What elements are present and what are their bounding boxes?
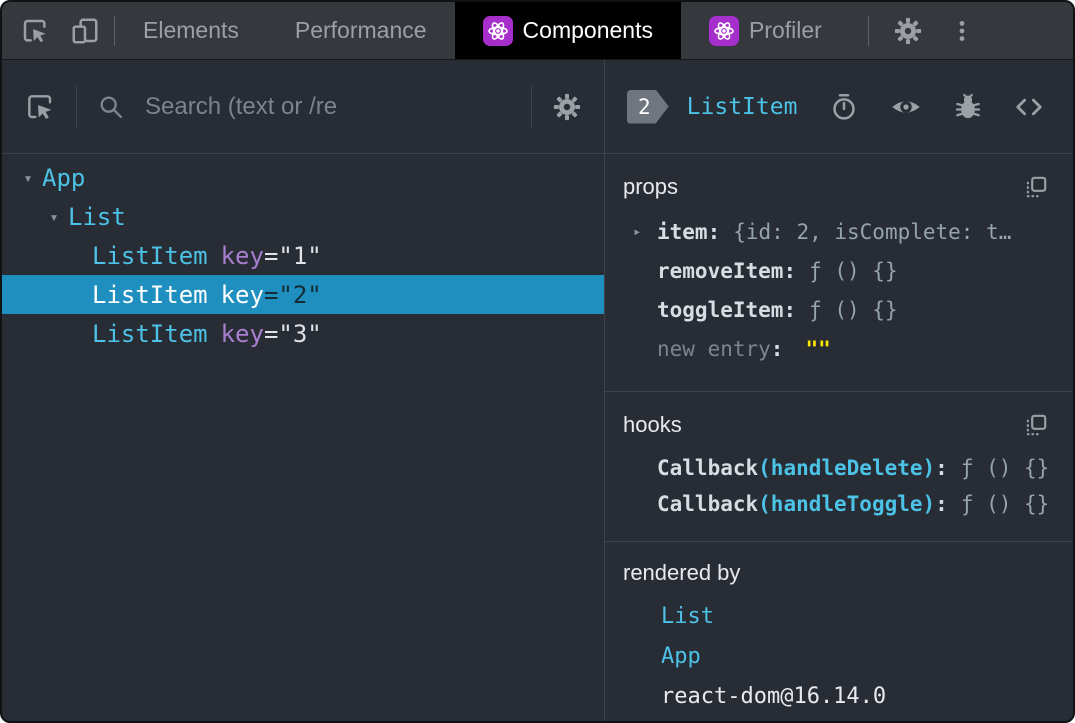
prop-separator: : (783, 297, 797, 322)
settings-gear-icon[interactable] (891, 14, 925, 48)
hook-value: ƒ () {} (960, 492, 1050, 516)
hook-name: Callback (657, 456, 759, 480)
key-attribute: key (220, 319, 264, 348)
props-section: props ▸ item: {id: 2, isComplete: t… rem… (605, 154, 1073, 392)
toolbar-divider (867, 15, 869, 46)
props-label: props (623, 174, 679, 199)
owner-row-list[interactable]: List (621, 596, 1055, 636)
chevron-right-icon[interactable]: ▸ (633, 224, 657, 240)
component-name: App (42, 163, 86, 192)
rendered-by-label: rendered by (623, 560, 741, 585)
view-source-code-icon[interactable] (1011, 90, 1047, 124)
components-tree-panel: ▾ App ▾ List ListItem key ="1" ListItem … (2, 60, 605, 721)
hook-value: ƒ () {} (960, 456, 1050, 480)
react-logo-icon (482, 15, 513, 46)
key-value: ="2" (263, 280, 322, 309)
owner-index-badge: 2 (627, 90, 669, 124)
prop-row-removeitem: removeItem: ƒ () {} (621, 251, 1055, 290)
tab-profiler[interactable]: Profiler (681, 2, 850, 59)
search-input[interactable] (145, 92, 513, 121)
prop-value: {id: 2, isComplete: t… (733, 219, 1012, 244)
component-tree: ▾ App ▾ List ListItem key ="1" ListItem … (2, 154, 604, 353)
hook-arg: (handleDelete) (758, 456, 936, 480)
hook-row-handledelete: Callback (handleDelete): ƒ () {} (621, 450, 1055, 486)
component-name: ListItem (92, 241, 208, 270)
tab-label: Elements (143, 17, 239, 43)
prop-name: toggleItem (657, 297, 784, 322)
tab-label: Performance (294, 17, 427, 43)
chevron-down-icon[interactable]: ▾ (14, 169, 42, 187)
details-header: 2 ListItem (605, 60, 1073, 154)
hook-separator: : (935, 492, 948, 516)
key-value: ="3" (263, 319, 322, 348)
chevron-down-icon[interactable]: ▾ (40, 208, 68, 226)
search-icon (95, 91, 127, 123)
component-details-panel: 2 ListItem props ▸ item: {id: 2, isComp… (605, 60, 1073, 721)
key-value: ="1" (263, 241, 322, 270)
prop-value: ƒ () {} (809, 297, 898, 322)
devtools-window: Elements Performance Components Profiler… (0, 0, 1075, 723)
toolbar-divider (76, 84, 77, 129)
tree-row-app[interactable]: ▾ App (2, 158, 604, 197)
copy-props-icon[interactable] (1021, 172, 1051, 202)
react-logo-icon (708, 15, 739, 46)
copy-hooks-icon[interactable] (1021, 410, 1051, 440)
hooks-label: hooks (623, 412, 682, 437)
prop-separator: : (783, 258, 797, 283)
devtools-tab-bar: Elements Performance Components Profiler (2, 2, 1073, 60)
component-name: ListItem (92, 319, 208, 348)
hook-name: Callback (657, 492, 759, 516)
prop-row-new-entry[interactable]: new entry: "" (621, 329, 1055, 368)
inspect-dom-eye-icon[interactable] (887, 90, 925, 124)
prop-name: item (657, 219, 708, 244)
select-element-icon[interactable] (22, 89, 58, 125)
new-entry-name[interactable]: new entry (657, 337, 771, 361)
prop-row-item[interactable]: ▸ item: {id: 2, isComplete: t… (621, 212, 1055, 251)
component-name: List (68, 202, 126, 231)
rendered-by-section: rendered by List App react-dom@16.14.0 (605, 542, 1073, 721)
hook-row-handletoggle: Callback (handleToggle): ƒ () {} (621, 486, 1055, 522)
tab-elements[interactable]: Elements (115, 2, 267, 59)
prop-separator: : (707, 219, 721, 244)
tree-row-listitem-1[interactable]: ListItem key ="1" (2, 236, 604, 275)
owner-row-app[interactable]: App (621, 636, 1055, 676)
tree-row-listitem-3[interactable]: ListItem key ="3" (2, 314, 604, 353)
tab-components[interactable]: Components (454, 2, 681, 59)
key-attribute: key (220, 280, 264, 309)
owner-link[interactable]: List (661, 604, 714, 629)
suspend-stopwatch-icon[interactable] (827, 90, 861, 124)
tab-performance[interactable]: Performance (267, 2, 455, 59)
inspect-element-icon[interactable] (18, 14, 52, 48)
owner-link[interactable]: App (661, 644, 701, 669)
more-options-icon[interactable] (947, 16, 977, 46)
tree-row-listitem-2-selected[interactable]: ListItem key ="2" (2, 275, 604, 314)
prop-value: ƒ () {} (809, 258, 898, 283)
device-toolbar-icon[interactable] (68, 14, 102, 48)
tree-settings-gear-icon[interactable] (550, 90, 584, 124)
key-attribute: key (220, 241, 264, 270)
prop-separator: : (770, 336, 784, 361)
new-entry-value[interactable]: "" (805, 337, 830, 361)
renderer-version: react-dom@16.14.0 (661, 683, 887, 709)
toolbar-divider (531, 84, 532, 129)
tree-toolbar (2, 60, 604, 154)
owner-row-react-dom: react-dom@16.14.0 (621, 676, 1055, 716)
selected-component-title: ListItem (686, 93, 798, 120)
component-name: ListItem (92, 280, 208, 309)
tab-label: Components (522, 17, 653, 43)
prop-name: removeItem (657, 258, 784, 283)
tab-label: Profiler (748, 17, 822, 43)
prop-row-toggleitem: toggleItem: ƒ () {} (621, 290, 1055, 329)
tree-row-list[interactable]: ▾ List (2, 197, 604, 236)
hooks-section: hooks Callback (handleDelete): ƒ () {} C… (605, 392, 1073, 542)
log-to-console-bug-icon[interactable] (951, 90, 985, 124)
hook-arg: (handleToggle) (758, 492, 936, 516)
hook-separator: : (935, 456, 948, 480)
